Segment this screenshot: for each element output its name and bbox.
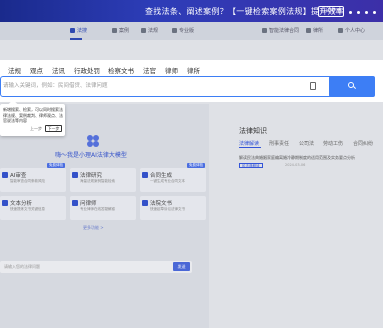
court-doc-icon — [142, 200, 148, 206]
dot-icon[interactable] — [349, 11, 352, 14]
knowledge-tab-criminal[interactable]: 刑事责任 — [269, 140, 289, 147]
feature-card-text-analysis[interactable]: 文本分析 快速提炼文书关键信息 — [0, 196, 66, 220]
search-button[interactable] — [329, 76, 375, 97]
knowledge-badge: 民法典解读 — [239, 163, 263, 168]
knowledge-tab-underline — [239, 147, 261, 148]
nav-item-firm[interactable]: 律所 — [306, 27, 323, 34]
legal-knowledge-panel: 法律知识 法律解读 刑事责任 公司法 劳动工伤 合同纠纷 解读民法典婚姻家庭编离… — [233, 120, 383, 180]
nav-item-cases[interactable]: 案例 — [112, 27, 129, 34]
knowledge-tab-interpretation[interactable]: 法律解读 — [239, 140, 259, 147]
free-badge: 免费体验 — [47, 163, 65, 168]
knowledge-tab-contract[interactable]: 合同纠纷 — [353, 140, 373, 147]
user-icon — [338, 28, 343, 33]
search-tab-news[interactable]: 法讯 — [52, 65, 65, 75]
case-icon — [112, 28, 117, 33]
chat-input[interactable]: 请输入您的法律问题 — [0, 261, 192, 273]
search-area: 法规 观点 法讯 行政处罚 检察文书 法官 律师 律所 — [0, 60, 383, 102]
contract-icon — [262, 28, 267, 33]
firm-icon — [306, 28, 311, 33]
top-nav: 法搜 案例 法规 专业版 智能法律合同 律所 个人中心 — [0, 22, 383, 40]
search-tab-laws[interactable]: 法规 — [8, 65, 21, 75]
feature-card-court-docs[interactable]: 法院文书 快速起草诉讼法律文书 — [140, 196, 206, 220]
send-button[interactable]: 发送 — [173, 262, 190, 271]
pro-icon — [172, 28, 177, 33]
nav-item-user[interactable]: 个人中心 — [338, 27, 365, 34]
ai-logo-icon — [87, 135, 99, 147]
lawyer-icon — [72, 200, 78, 206]
law-icon — [141, 28, 146, 33]
dot-icon[interactable] — [357, 11, 360, 14]
dot-icon[interactable] — [373, 11, 376, 14]
banner-button[interactable]: 立即使用 — [318, 6, 344, 17]
search-tab-firms[interactable]: 律所 — [187, 65, 200, 75]
tooltip-prev-button[interactable]: 上一步 — [30, 126, 42, 132]
free-badge: 免费体验 — [187, 163, 205, 168]
nav-active-underline — [70, 38, 82, 40]
document-icon[interactable] — [310, 82, 316, 90]
search-input[interactable] — [1, 77, 301, 95]
search-tab-judges[interactable]: 法官 — [143, 65, 156, 75]
feature-card-contract[interactable]: 合同生成 一键生成专业合同文本 免费体验 — [140, 163, 206, 192]
knowledge-date: 2024-03-06 — [285, 163, 306, 167]
analysis-icon — [2, 200, 8, 206]
home-icon — [70, 28, 75, 33]
search-tab-penalty[interactable]: 行政处罚 — [74, 65, 100, 75]
knowledge-tab-labor[interactable]: 劳动工伤 — [323, 140, 343, 147]
knowledge-tab-company[interactable]: 公司法 — [299, 140, 314, 147]
search-box — [0, 76, 375, 97]
nav-item-fasou[interactable]: 法搜 — [70, 27, 87, 34]
dot-icon[interactable] — [365, 11, 368, 14]
promo-banner[interactable]: 查找法条、阐述案例？【一键检索案例法规】提升效率 立即使用 — [0, 0, 383, 22]
tooltip-text: 新增搜索、检索，可以同时搜索法律法规、案例裁判、律师观点、法官说法等内容 — [3, 107, 63, 123]
search-tab-opinions[interactable]: 观点 — [30, 65, 43, 75]
assistant-title: 嗨～我是小理AI法律大模型 — [55, 152, 127, 159]
contract-icon — [142, 172, 148, 178]
guide-tooltip: 新增搜索、检索，可以同时搜索法律法规、案例裁判、律师观点、法官说法等内容 上一步… — [0, 99, 65, 136]
banner-text: 查找法条、阐述案例？【一键检索案例法规】提升效率 — [145, 7, 345, 16]
knowledge-item[interactable]: 解读民法典婚姻家庭编离婚冷静期制度的适用范围及实务要点分析 — [239, 155, 382, 161]
search-tab-procuratorate[interactable]: 检察文书 — [108, 65, 134, 75]
tooltip-next-button[interactable]: 下一步 — [45, 125, 62, 132]
chat-placeholder: 请输入您的法律问题 — [4, 264, 40, 269]
knowledge-title: 法律知识 — [239, 127, 267, 135]
nav-item-contract[interactable]: 智能法律合同 — [262, 27, 299, 34]
more-features-link[interactable]: 更多功能 > — [83, 225, 104, 231]
ai-review-icon — [2, 172, 8, 178]
feature-card-legal-research[interactable]: 法律研究 海量法规案例智能检索 — [70, 168, 136, 192]
research-icon — [72, 172, 78, 178]
feature-card-ask-lawyer[interactable]: 问律师 专业律师在线答疑解惑 — [70, 196, 136, 220]
nav-item-laws[interactable]: 法规 — [141, 27, 158, 34]
feature-card-ai-review[interactable]: AI审查 智能审查合同条款风险 免费体验 — [0, 163, 66, 192]
search-tab-lawyers[interactable]: 律师 — [165, 65, 178, 75]
ai-assistant-panel: 嗨～我是小理AI法律大模型 AI审查 智能审查合同条款风险 免费体验 法律研究 … — [0, 104, 209, 328]
nav-item-pro[interactable]: 专业版 — [172, 27, 194, 34]
